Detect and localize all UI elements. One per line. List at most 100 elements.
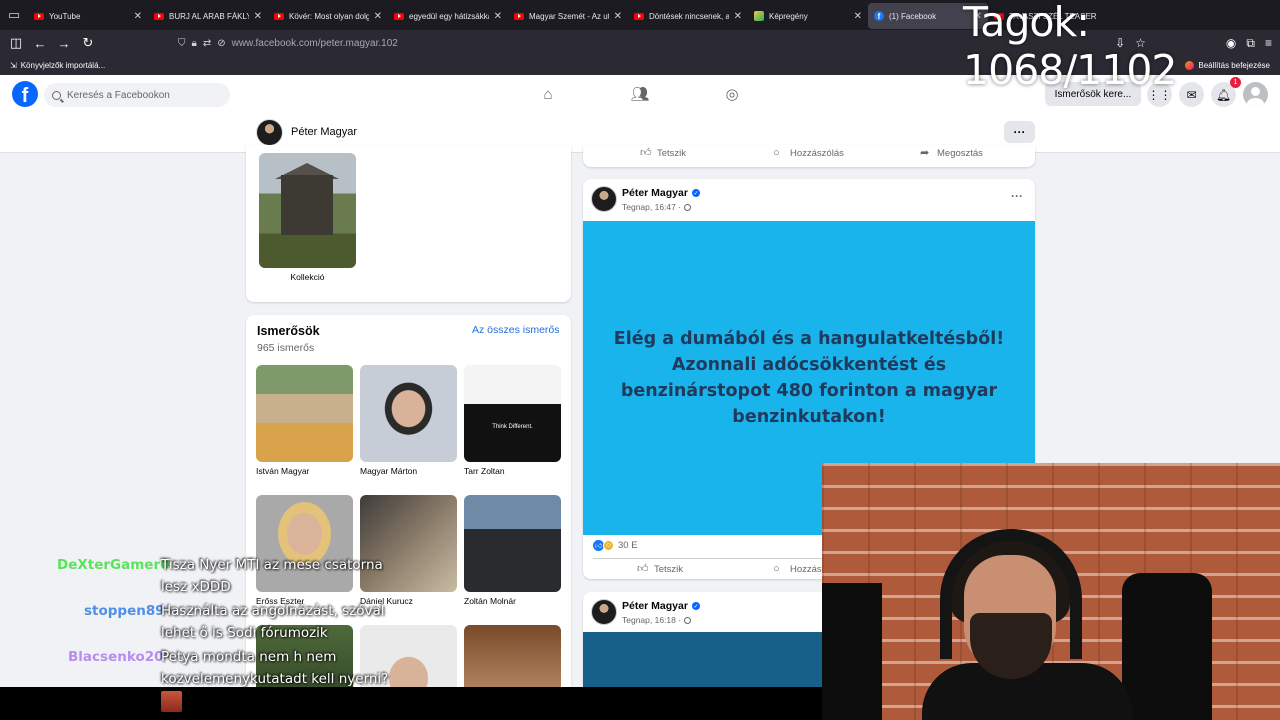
chat-message: Petya mondta nem h nem (161, 649, 337, 665)
chat-username: stoppen89 (84, 603, 165, 619)
globe-icon (684, 616, 692, 624)
reload-icon[interactable]: ↻ (76, 30, 100, 56)
permissions-icon[interactable]: ⇄ (203, 38, 211, 49)
tab-label[interactable]: Képregény (769, 12, 849, 21)
post-author-avatar[interactable] (591, 186, 617, 212)
home-icon[interactable]: ⌂ (539, 85, 557, 103)
tab-label[interactable]: BURJ AL ARAB FÁKLYA (169, 12, 249, 21)
chat-message: kozvelemenykutatadt kell nyerni? (161, 671, 389, 687)
browser-tab[interactable]: Magyar Szemét - Az ut ✕ (508, 3, 628, 29)
friends-title[interactable]: Ismerősök (257, 324, 320, 338)
microphone (822, 583, 882, 720)
like-label: Tetszik (657, 148, 687, 159)
post-author-avatar[interactable] (591, 599, 617, 625)
browser-tab[interactable]: Döntések nincsenek, a ✕ (628, 3, 748, 29)
webcam-overlay (822, 463, 1280, 720)
post-author-name[interactable]: Péter Magyar (622, 187, 688, 199)
stream-chat-overlay: DeXterGamer0 Tisza Nyer MTI az mese csat… (0, 528, 420, 693)
tab-list-icon[interactable]: ▭ (0, 0, 28, 30)
collection-label[interactable]: Kollekció (259, 272, 356, 282)
friend-name[interactable]: István Magyar (256, 466, 353, 476)
like-button[interactable]: 👍︎ Tetszik (637, 564, 683, 576)
url-bar[interactable]: ⛉ 🔒︎ ⇄ ⊘ www.facebook.com/peter.magyar.1… (178, 33, 958, 53)
tab-label[interactable]: Kövér: Most olyan dolg (289, 12, 369, 21)
friend-name[interactable]: Magyar Márton (360, 466, 457, 476)
reaction-summary[interactable]: 👍︎ ☺ 30 E (593, 540, 638, 551)
url-text[interactable]: www.facebook.com/peter.magyar.102 (232, 38, 398, 49)
collections-card: Kollekció (246, 145, 571, 302)
chat-emote-thumbnail (161, 691, 182, 712)
close-tab-icon[interactable]: ✕ (254, 11, 262, 22)
camera-off-icon[interactable]: ⊘ (217, 38, 225, 49)
groups-icon[interactable]: ◎ (723, 85, 741, 103)
image-icon (754, 11, 764, 21)
comment-button[interactable]: ○ Hozzászólás (773, 147, 844, 160)
browser-tab[interactable]: Kövér: Most olyan dolg ✕ (268, 3, 388, 29)
tab-label[interactable]: egyedül egy hátizsákka (409, 12, 489, 21)
sidebar-toggle-icon[interactable]: ◫ (4, 30, 28, 56)
friend-photo[interactable] (256, 365, 353, 462)
tab-label[interactable]: Döntések nincsenek, a (649, 12, 729, 21)
friend-photo[interactable] (464, 495, 561, 592)
like-button[interactable]: 👍︎ Tetszik (640, 148, 687, 160)
friend-item[interactable]: István Magyar (256, 365, 353, 476)
post-time-text[interactable]: Tegnap, 16:18 · (622, 615, 681, 625)
tab-label[interactable]: YouTube (49, 12, 129, 21)
haha-reaction-icon: ☺ (603, 540, 614, 551)
post-timestamp[interactable]: Tegnap, 16:47 · (622, 202, 692, 212)
friend-item[interactable]: Think Different. Tarr Zoltan (464, 365, 561, 476)
close-tab-icon[interactable]: ✕ (134, 11, 142, 22)
friend-photo[interactable]: Think Different. (464, 365, 561, 462)
friend-item[interactable] (464, 625, 561, 687)
verified-badge-icon: ✓ (691, 189, 700, 197)
post-author[interactable]: Péter Magyar ✓ (622, 187, 700, 199)
comment-icon: ○ (773, 563, 780, 575)
friend-photo[interactable] (360, 365, 457, 462)
shield-icon[interactable]: ⛉ (178, 38, 186, 49)
close-tab-icon[interactable]: ✕ (614, 11, 622, 22)
friend-name[interactable]: Tarr Zoltan (464, 466, 561, 476)
post-time-text[interactable]: Tegnap, 16:47 · (622, 202, 681, 212)
post-options-icon[interactable]: ··· (1011, 189, 1023, 203)
back-icon[interactable]: ← (28, 30, 52, 56)
search-box[interactable] (44, 83, 230, 107)
browser-tab[interactable]: BURJ AL ARAB FÁKLYA ✕ (148, 3, 268, 29)
browser-tab[interactable]: YouTube ✕ (28, 3, 148, 29)
facebook-icon: f (874, 11, 884, 21)
youtube-icon (634, 12, 644, 20)
chat-message: lehet ő is Sodi fórumozik (161, 625, 328, 641)
friend-item[interactable]: Magyar Márton (360, 365, 457, 476)
browser-tab[interactable]: Képregény ✕ (748, 3, 868, 29)
import-bookmarks-icon[interactable]: ⇲ (10, 61, 17, 70)
search-input[interactable] (67, 89, 217, 101)
post-timestamp[interactable]: Tegnap, 16:18 · (622, 615, 692, 625)
share-button[interactable]: ➦ Megosztás (920, 147, 983, 160)
tab-label[interactable]: Magyar Szemét - Az ut (529, 12, 609, 21)
tab-label[interactable]: (1) Facebook (889, 12, 969, 21)
post-author-name[interactable]: Péter Magyar (622, 600, 688, 612)
profile-avatar[interactable] (256, 119, 283, 146)
collection-thumbnail[interactable] (259, 153, 356, 268)
friend-item[interactable]: Zoltán Molnár (464, 495, 561, 606)
close-tab-icon[interactable]: ✕ (494, 11, 502, 22)
close-tab-icon[interactable]: ✕ (734, 11, 742, 22)
friends-icon[interactable]: 👥︎ (630, 85, 649, 103)
browser-tab[interactable]: egyedül egy hátizsákka ✕ (388, 3, 508, 29)
youtube-icon (394, 12, 404, 20)
profile-name[interactable]: Péter Magyar (291, 126, 357, 138)
import-bookmarks-link[interactable]: Könyvjelzők importálá... (21, 61, 105, 70)
comment-button[interactable]: ○ Hozzász (773, 563, 826, 576)
facebook-logo-icon[interactable]: f (12, 81, 38, 107)
close-tab-icon[interactable]: ✕ (854, 11, 862, 22)
post-author[interactable]: Péter Magyar ✓ (622, 600, 700, 612)
share-icon: ➦ (920, 147, 930, 159)
friend-name[interactable]: Zoltán Molnár (464, 596, 561, 606)
profile-more-button[interactable]: ··· (1004, 121, 1035, 143)
close-tab-icon[interactable]: ✕ (374, 11, 382, 22)
headphones (940, 529, 1082, 659)
see-all-friends-link[interactable]: Az összes ismerős (472, 324, 560, 336)
forward-icon[interactable]: → (52, 30, 76, 56)
comment-icon: ○ (773, 147, 780, 159)
lock-icon[interactable]: 🔒︎ (192, 38, 197, 49)
friend-photo[interactable] (464, 625, 561, 687)
